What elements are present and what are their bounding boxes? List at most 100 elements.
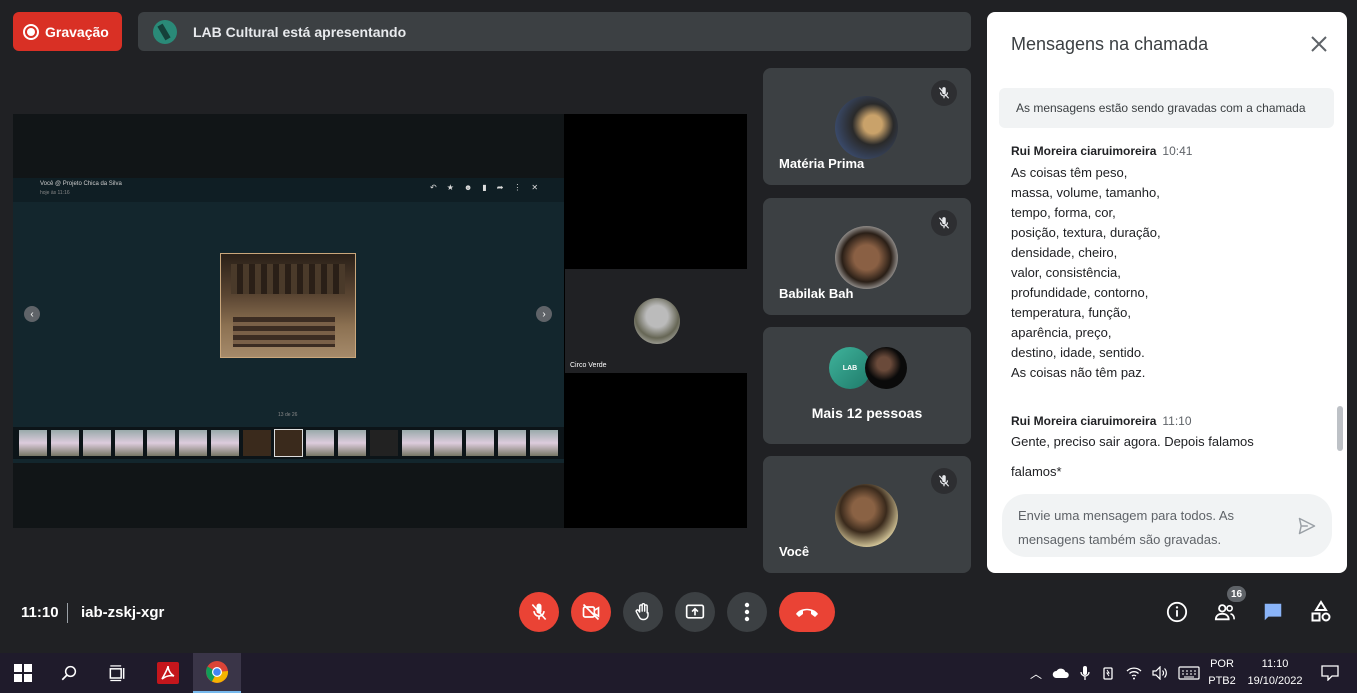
- chevron-up-icon[interactable]: ︿: [1030, 665, 1042, 682]
- acrobat-icon: [157, 662, 179, 684]
- mic-off-icon: [531, 603, 547, 621]
- search-icon: [61, 665, 77, 681]
- search-button[interactable]: [46, 653, 92, 693]
- shared-viewer-toolbar: ↶ ★ ☻ ▮ ➦ ⋮ ✕: [430, 183, 538, 192]
- thumbnail-strip: [13, 427, 564, 459]
- phone-hangup-icon: [796, 608, 818, 617]
- chat-scrollbar[interactable]: [1337, 406, 1343, 451]
- message-line: valor, consistência,: [1011, 265, 1121, 280]
- emoji-icon: ☻: [463, 183, 473, 192]
- task-view-icon: [109, 665, 125, 682]
- avatar: [835, 96, 898, 159]
- avatar: [634, 298, 680, 344]
- message-time: 11:10: [1162, 414, 1192, 428]
- participant-tile-you[interactable]: Você: [763, 456, 971, 573]
- thumbnail: [242, 430, 271, 456]
- avatar-initials: LAB: [842, 364, 858, 372]
- recording-indicator[interactable]: Gravação: [13, 12, 122, 51]
- participant-name: Você: [779, 544, 810, 559]
- reply-icon: ↶: [430, 183, 437, 192]
- camera-toggle-button[interactable]: [571, 592, 611, 632]
- presenter-avatar: [153, 19, 177, 44]
- raise-hand-button[interactable]: [623, 592, 663, 632]
- activities-icon: [1311, 600, 1331, 622]
- language-code: POR: [1210, 658, 1234, 670]
- mic-off-icon: [931, 468, 957, 494]
- people-icon: [1214, 604, 1235, 621]
- thumbnail: [530, 430, 558, 456]
- cloud-icon[interactable]: [1052, 667, 1070, 679]
- participant-name: Babilak Bah: [779, 286, 854, 301]
- microphone-toggle-button[interactable]: [519, 592, 559, 632]
- message-time: 10:41: [1162, 144, 1193, 158]
- chevron-right-icon: ›: [536, 306, 552, 322]
- message-sender: Rui Moreira ciaruimoreira: [1011, 414, 1157, 428]
- microphone-icon[interactable]: [1080, 665, 1090, 681]
- message-line: destino, idade, sentido.: [1011, 345, 1145, 360]
- message-input[interactable]: Envie uma mensagem para todos. As mensag…: [1002, 494, 1332, 557]
- notifications-button[interactable]: [1318, 653, 1342, 693]
- system-clock[interactable]: 11:10 19/10/2022: [1244, 653, 1306, 693]
- hand-icon: [635, 603, 649, 621]
- present-icon: [685, 604, 705, 619]
- meeting-info-button[interactable]: [1165, 600, 1189, 624]
- trash-icon: ▮: [482, 183, 487, 192]
- taskbar-acrobat[interactable]: [145, 653, 191, 693]
- thumbnail: [466, 430, 495, 456]
- power-icon[interactable]: [1100, 665, 1116, 681]
- close-icon[interactable]: [1309, 34, 1329, 54]
- presenting-banner[interactable]: LAB Cultural está apresentando: [138, 12, 971, 51]
- send-icon[interactable]: [1296, 516, 1318, 536]
- share-icon: ➦: [496, 183, 504, 192]
- message-line: posição, textura, duração,: [1011, 225, 1161, 240]
- thumbnail: [178, 430, 207, 456]
- volume-icon[interactable]: [1152, 666, 1168, 680]
- thumbnail: [146, 430, 175, 456]
- participant-tile-babilak-bah[interactable]: Babilak Bah: [763, 198, 971, 315]
- chrome-icon: [206, 661, 229, 683]
- participant-tile-more-people[interactable]: LAB Mais 12 pessoas: [763, 327, 971, 444]
- recording-notice: As mensagens estão sendo gravadas com a …: [999, 88, 1334, 128]
- activities-button[interactable]: [1309, 600, 1333, 624]
- more-vert-icon: [744, 602, 750, 622]
- close-icon: ✕: [531, 183, 539, 192]
- camera-off-icon: [582, 603, 600, 621]
- participant-tile-materia-prima[interactable]: Matéria Prima: [763, 68, 971, 185]
- thumbnail: [370, 430, 399, 456]
- taskbar-chrome[interactable]: [193, 653, 241, 693]
- leave-call-button[interactable]: [779, 592, 835, 632]
- thumbnail: [114, 430, 143, 456]
- keyboard-icon[interactable]: [1178, 666, 1200, 680]
- more-icon: ⋮: [513, 183, 522, 192]
- participants-button[interactable]: [1213, 600, 1237, 624]
- participant-name: Circo Verde: [570, 362, 607, 369]
- clock-date: 19/10/2022: [1247, 675, 1303, 687]
- keyboard-layout: PTB2: [1208, 675, 1236, 687]
- presenting-label: LAB Cultural está apresentando: [193, 23, 407, 40]
- chevron-left-icon: ‹: [24, 306, 40, 322]
- meeting-time: 11:10: [21, 604, 59, 621]
- message-line: massa, volume, tamanho,: [1011, 185, 1160, 200]
- chat-icon: [1264, 603, 1282, 621]
- message-body: As coisas têm peso, massa, volume, taman…: [1011, 163, 1161, 383]
- thumbnail: [273, 429, 304, 457]
- input-language[interactable]: POR PTB2: [1206, 653, 1238, 693]
- avatar: [835, 226, 898, 289]
- message-input-placeholder: Envie uma mensagem para todos. As: [1018, 508, 1235, 523]
- thumbnail: [210, 430, 239, 456]
- shared-photo: [220, 253, 356, 358]
- task-view-button[interactable]: [94, 653, 140, 693]
- shared-viewer-title: Você @ Projeto Chica da Silva: [40, 181, 122, 187]
- message-line: densidade, cheiro,: [1011, 245, 1118, 260]
- chat-button[interactable]: [1261, 600, 1285, 624]
- info-icon: [1166, 601, 1188, 623]
- message-body: Gente, preciso sair agora. Depois falamo…: [1011, 432, 1254, 482]
- present-screen-button[interactable]: [675, 592, 715, 632]
- photo-counter: 13 de 26: [278, 412, 298, 418]
- meeting-code: iab-zskj-xgr: [81, 604, 165, 621]
- message-line: Gente, preciso sair agora. Depois falamo…: [1011, 434, 1254, 449]
- thumbnail: [402, 430, 431, 456]
- more-options-button[interactable]: [727, 592, 767, 632]
- start-button[interactable]: [0, 653, 46, 693]
- wifi-icon[interactable]: [1126, 666, 1142, 680]
